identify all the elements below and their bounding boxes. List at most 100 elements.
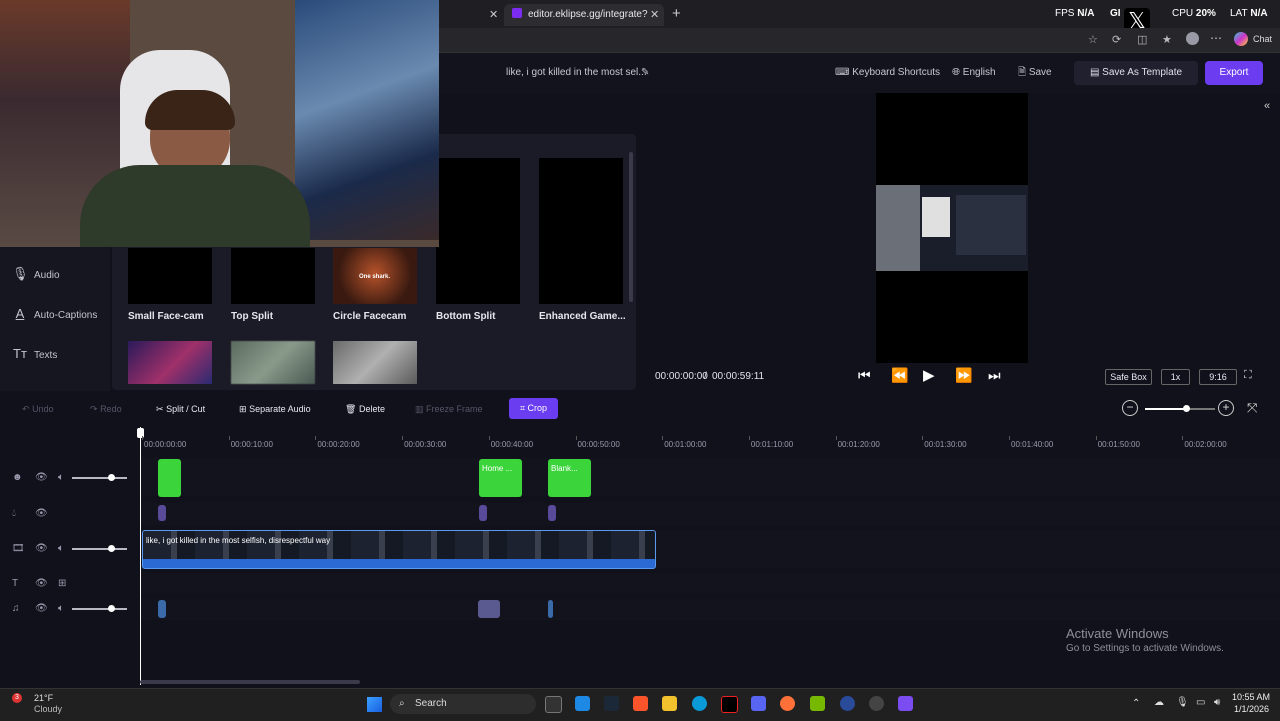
- language-button[interactable]: 🌐︎ English: [952, 64, 996, 82]
- save-as-template-button[interactable]: ▤ Save As Template: [1074, 61, 1198, 85]
- effect-marker[interactable]: [158, 505, 166, 521]
- browser-tab-active[interactable]: editor.eklipse.gg/integrate?integr...: [504, 4, 664, 42]
- tiktok-icon[interactable]: [721, 696, 738, 713]
- edge-icon[interactable]: [692, 696, 707, 711]
- layout-panel-scrollbar[interactable]: [629, 152, 633, 302]
- track-text[interactable]: [140, 573, 1280, 593]
- effect-marker[interactable]: [548, 505, 556, 521]
- aspect-ratio-button[interactable]: 9:16: [1199, 369, 1237, 385]
- volume-icon[interactable]: 🔊︎: [1214, 697, 1220, 708]
- zoom-in-icon[interactable]: +: [1218, 400, 1234, 416]
- fit-timeline-icon[interactable]: ⤧: [1247, 400, 1257, 416]
- keyboard-shortcuts-button[interactable]: ⌨ Keyboard Shortcuts: [835, 64, 940, 82]
- firefox-icon[interactable]: [780, 696, 795, 711]
- layout-thumb-circle-facecam[interactable]: One shark.: [333, 248, 417, 304]
- tab-close-icon[interactable]: ✕: [489, 8, 498, 21]
- track3-visibility-eye-icon[interactable]: 👁︎: [35, 543, 48, 554]
- timeline-horizontal-scrollbar[interactable]: [140, 680, 360, 684]
- edit-title-pencil-icon[interactable]: ✎: [641, 64, 649, 82]
- layout-thumb-gameplay-1[interactable]: [128, 341, 212, 384]
- delete-button[interactable]: 🗑︎ Delete: [345, 402, 385, 416]
- zoom-slider-knob[interactable]: [1182, 405, 1190, 412]
- task-view-icon[interactable]: [545, 696, 562, 713]
- track3-volume-icon[interactable]: 🔈︎: [58, 543, 64, 554]
- profile-avatar-icon[interactable]: [1186, 32, 1199, 45]
- track4-add-icon[interactable]: ⊞: [58, 578, 66, 589]
- overlay-clip-1[interactable]: [158, 459, 181, 497]
- export-button[interactable]: Export: [1205, 61, 1263, 85]
- notepad-icon[interactable]: [575, 696, 590, 711]
- zoom-out-icon[interactable]: −: [1122, 400, 1138, 416]
- sidebar-item-audio[interactable]: 🎙︎ Audio: [12, 264, 60, 284]
- overlay-clip-home[interactable]: Home ...: [479, 459, 522, 497]
- browser-tab-previous[interactable]: [440, 4, 490, 26]
- skip-to-end-icon[interactable]: ⏭: [988, 367, 1001, 384]
- extensions-icon[interactable]: ⟳: [1112, 33, 1121, 46]
- chat-label[interactable]: Chat: [1253, 34, 1272, 44]
- track-overlay-video[interactable]: [140, 458, 1280, 496]
- zoom-slider-track[interactable]: [1145, 405, 1215, 412]
- safe-box-button[interactable]: Safe Box: [1105, 369, 1152, 385]
- show-hidden-icons-icon[interactable]: ⌃: [1132, 698, 1140, 709]
- redo-button[interactable]: ↷ Redo: [90, 402, 122, 416]
- effect-marker[interactable]: [479, 505, 487, 521]
- track5-volume-knob[interactable]: [107, 605, 115, 612]
- app-icon[interactable]: [840, 696, 855, 711]
- main-video-clip[interactable]: like, i got killed in the most selfish, …: [142, 530, 656, 569]
- separate-audio-button[interactable]: ⊞ Separate Audio: [239, 402, 311, 416]
- brave-icon[interactable]: [633, 696, 648, 711]
- track2-visibility-eye-icon[interactable]: 👁︎: [35, 508, 48, 519]
- steam-icon[interactable]: [604, 696, 619, 711]
- track5-volume-icon[interactable]: 🔈︎: [58, 603, 64, 614]
- active-tab-close-icon[interactable]: ✕: [650, 8, 659, 21]
- playhead[interactable]: [140, 427, 141, 685]
- sidebar-item-texts[interactable]: Tт Texts: [12, 344, 57, 364]
- layout-thumb-enhanced-game[interactable]: [539, 158, 623, 304]
- obs-icon[interactable]: [869, 696, 884, 711]
- track3-volume-knob[interactable]: [107, 545, 115, 552]
- track1-volume-icon[interactable]: 🔈︎: [58, 472, 64, 483]
- track-audio[interactable]: [140, 598, 1280, 620]
- clock-date[interactable]: 1/1/2026: [1234, 704, 1269, 714]
- crop-button[interactable]: ⌗ Crop: [509, 398, 558, 419]
- project-title[interactable]: like, i got killed in the most sel...: [506, 64, 647, 82]
- sidebar-item-auto-captions[interactable]: A Auto-Captions: [12, 304, 98, 324]
- new-tab-button[interactable]: +: [672, 5, 681, 22]
- weather-temp[interactable]: 21°F: [34, 693, 53, 703]
- track5-visibility-eye-icon[interactable]: 👁︎: [35, 603, 48, 614]
- favorites-icon[interactable]: ★: [1162, 33, 1172, 46]
- layout-thumb-gameplay-2[interactable]: [231, 341, 315, 384]
- eklipse-app-icon[interactable]: [898, 696, 913, 711]
- audio-clip-sticker[interactable]: [478, 600, 500, 618]
- freeze-frame-button[interactable]: ▥ Freeze Frame: [415, 402, 483, 416]
- skip-to-start-icon[interactable]: ⏮: [858, 367, 871, 384]
- taskbar-search[interactable]: ⌕ Search: [390, 694, 536, 714]
- undo-button[interactable]: ↶ Undo: [22, 402, 54, 416]
- clock-time[interactable]: 10:55 AM: [1232, 692, 1270, 702]
- discord-icon[interactable]: [751, 696, 766, 711]
- track4-visibility-eye-icon[interactable]: 👁︎: [35, 578, 48, 589]
- layout-thumb-small-facecam[interactable]: [128, 248, 212, 304]
- nvidia-icon[interactable]: [810, 696, 825, 711]
- save-button[interactable]: 🗎 Save: [1018, 64, 1052, 82]
- windows-start-icon[interactable]: [367, 697, 382, 712]
- layout-thumb-gameplay-3[interactable]: [333, 341, 417, 384]
- copilot-icon[interactable]: [1234, 32, 1248, 46]
- overlay-clip-blank[interactable]: Blank...: [548, 459, 591, 497]
- audio-clip[interactable]: [158, 600, 166, 618]
- bookmark-star-icon[interactable]: ☆: [1088, 33, 1098, 46]
- speed-button[interactable]: 1x: [1161, 369, 1190, 385]
- mic-tray-icon[interactable]: 🎙︎: [1176, 697, 1189, 708]
- weather-desc[interactable]: Cloudy: [34, 704, 62, 714]
- split-screen-icon[interactable]: ◫: [1137, 33, 1147, 46]
- more-menu-icon[interactable]: ⋯: [1210, 31, 1222, 45]
- step-back-icon[interactable]: ⏪: [891, 367, 908, 384]
- track5-volume-slider[interactable]: [72, 605, 127, 612]
- cloud-icon[interactable]: ☁: [1154, 697, 1164, 708]
- audio-clip[interactable]: [548, 600, 553, 618]
- track-effects[interactable]: [140, 503, 1280, 525]
- track1-volume-slider[interactable]: [72, 474, 127, 481]
- track1-visibility-eye-icon[interactable]: 👁︎: [35, 472, 48, 483]
- file-explorer-icon[interactable]: [662, 696, 677, 711]
- track1-volume-knob[interactable]: [107, 474, 115, 481]
